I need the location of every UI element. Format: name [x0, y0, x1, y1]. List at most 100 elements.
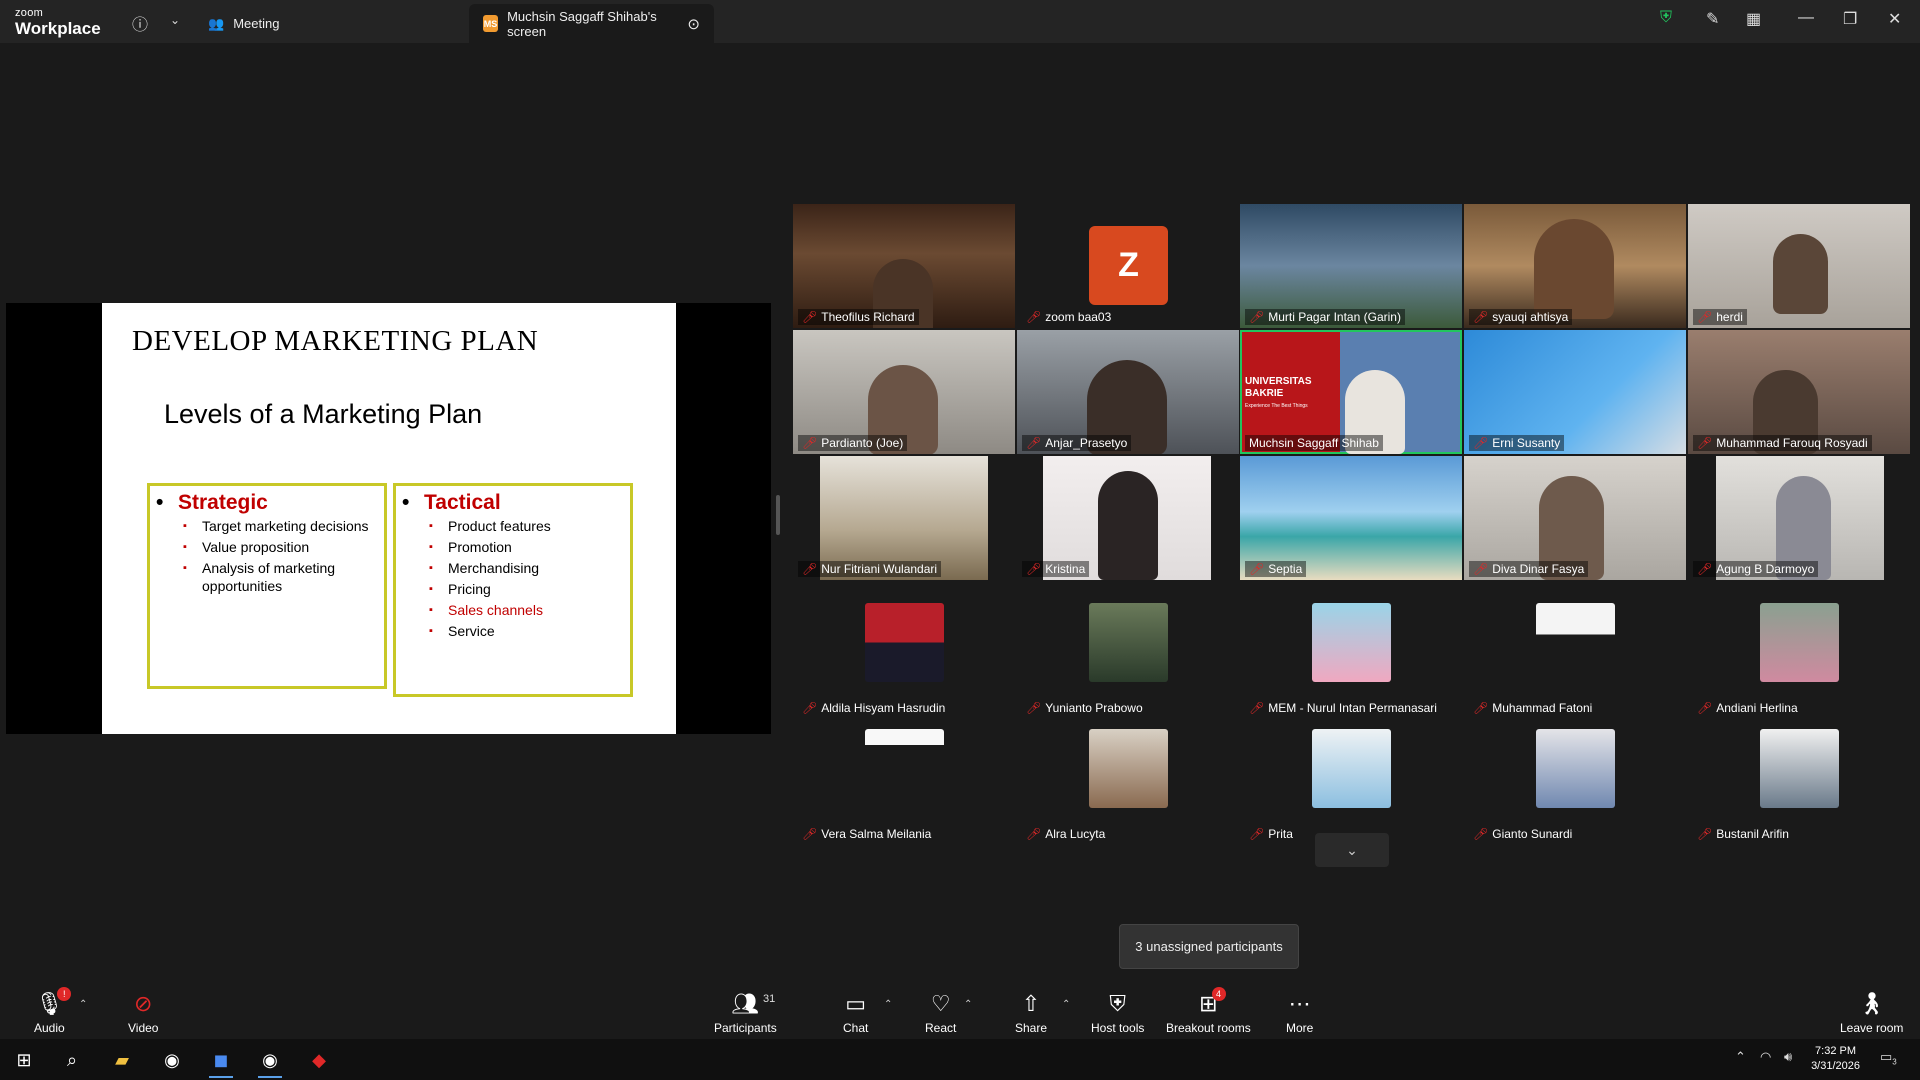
list-item: Pricing	[396, 580, 630, 598]
chrome-profile-icon[interactable]: ◉	[252, 1045, 288, 1078]
list-item: Analysis of marketing opportunities	[150, 559, 384, 595]
participant-video	[1773, 234, 1828, 314]
video-tile[interactable]: 🎤︎ Theofilus Richard	[793, 204, 1015, 328]
chat-button[interactable]: ▭ Chat	[843, 981, 868, 1039]
participant-count: 31	[763, 993, 776, 1005]
video-tile[interactable]: 🎤︎ Nur Fitriani Wulandari	[793, 456, 1015, 580]
video-tile[interactable]: Z 🎤︎ zoom baa03	[1017, 204, 1239, 328]
react-button[interactable]: ♡ React	[925, 981, 956, 1039]
wifi-icon[interactable]: ◠	[1760, 1049, 1771, 1065]
participants-icon: 👥︎	[731, 991, 760, 1016]
list-item: Value proposition	[150, 538, 384, 556]
video-tile[interactable]: 🎤︎ syauqi ahtisya	[1464, 204, 1686, 328]
chevron-down-icon[interactable]: ⌄	[170, 13, 180, 27]
video-tile[interactable]: 🎤︎ Yunianto Prabowo	[1017, 595, 1239, 719]
participant-name: 🎤︎ Bustanil Arifin	[1697, 827, 1789, 841]
participant-name: 🎤︎ Theofilus Richard	[798, 309, 919, 325]
tab-shared-screen[interactable]: MS Muchsin Saggaff Shihab's screen ⊙	[469, 4, 714, 43]
zoom-app-icon[interactable]: ◼	[203, 1045, 239, 1078]
react-options-caret[interactable]: ⌃	[964, 999, 972, 1010]
video-tile[interactable]: 🎤︎ Vera Salma Meilania	[793, 721, 1015, 845]
mic-muted-icon: 🎤︎	[1026, 310, 1042, 324]
gallery-next-page-button[interactable]: ⌄	[1315, 833, 1389, 867]
chat-options-caret[interactable]: ⌃	[884, 999, 892, 1010]
restore-icon[interactable]: ❐	[1843, 9, 1857, 29]
chrome-icon[interactable]: ◉	[154, 1045, 190, 1075]
participant-name: 🎤︎ Muhammad Farouq Rosyadi	[1693, 435, 1872, 451]
video-tile[interactable]: 🎤︎ Gianto Sunardi	[1464, 721, 1686, 845]
video-tile-active-speaker[interactable]: UNIVERSITAS BAKRIE Experience The Best T…	[1240, 330, 1462, 454]
logo-small-text: zoom	[15, 7, 44, 19]
mic-muted-icon: 🎤︎	[802, 827, 818, 841]
breakout-grid-icon: ⊞ 4	[1199, 987, 1226, 1017]
search-icon[interactable]: ⌕	[54, 1045, 90, 1075]
participant-name: 🎤︎ zoom baa03	[1026, 310, 1112, 324]
video-tile[interactable]: 🎤︎ Aldila Hisyam Hasrudin	[793, 595, 1015, 719]
notification-icon[interactable]: ▭3	[1880, 1049, 1897, 1067]
participants-button[interactable]: 👥︎ Participants	[714, 981, 777, 1039]
avatar	[1312, 603, 1391, 682]
windows-start-icon[interactable]: ⊞	[6, 1045, 42, 1075]
video-tile[interactable]: 🎤︎ Muhammad Farouq Rosyadi	[1688, 330, 1910, 454]
file-explorer-icon[interactable]: ▰	[104, 1045, 140, 1075]
minimize-icon[interactable]: —	[1798, 9, 1814, 27]
mic-muted-icon: 🎤︎	[1249, 701, 1265, 715]
shield-icon[interactable]: ⛨	[1660, 9, 1672, 27]
participant-video	[1534, 219, 1614, 319]
avatar	[865, 729, 944, 808]
share-button[interactable]: ⇧ Share	[1015, 981, 1047, 1039]
video-tile[interactable]: 🎤︎ Erni Susanty	[1464, 330, 1686, 454]
slide-title: DEVELOP MARKETING PLAN	[132, 325, 539, 357]
tactical-box: Tactical Product features Promotion Merc…	[393, 483, 633, 697]
video-tile[interactable]: 🎤︎ herdi	[1688, 204, 1910, 328]
chevron-down-icon: ⌄	[1346, 841, 1358, 858]
annotate-icon[interactable]: ✎	[1706, 9, 1719, 29]
leave-room-button[interactable]: 🚶︎ Leave room	[1840, 981, 1903, 1039]
layout-icon[interactable]: ▦	[1746, 9, 1761, 29]
avatar	[1089, 603, 1168, 682]
tab-shared-screen-label: Muchsin Saggaff Shihab's screen	[507, 8, 657, 39]
video-tile[interactable]: 🎤︎ Murti Pagar Intan (Garin)	[1240, 204, 1462, 328]
video-tile[interactable]: 🎤︎ MEM - Nurul Intan Permanasari	[1240, 595, 1462, 719]
participant-name: 🎤︎ Aldila Hisyam Hasrudin	[802, 701, 946, 715]
strategic-heading: Strategic	[150, 491, 384, 515]
close-icon[interactable]: ✕	[1888, 9, 1901, 29]
title-bar: zoom Workplace ⓘ ⌄ 👥 Meeting MS Muchsin …	[0, 0, 1920, 43]
more-icon[interactable]: ⊙	[687, 15, 700, 33]
tab-meeting[interactable]: 👥 Meeting	[208, 4, 279, 43]
volume-icon[interactable]: 🔊︎	[1784, 1049, 1792, 1065]
video-button[interactable]: ⊘ Video	[128, 981, 158, 1039]
participant-name: 🎤︎ Murti Pagar Intan (Garin)	[1245, 309, 1405, 325]
audio-button[interactable]: 🎙︎! Audio	[34, 981, 72, 1039]
pdf-reader-icon[interactable]: ◆	[301, 1045, 337, 1075]
video-tile[interactable]: 🎤︎ Septia	[1240, 456, 1462, 580]
video-tile[interactable]: 🎤︎ Bustanil Arifin	[1688, 721, 1910, 845]
breakout-rooms-button[interactable]: ⊞ 4 Breakout rooms	[1166, 981, 1251, 1039]
video-tile[interactable]: 🎤︎ Pardianto (Joe)	[793, 330, 1015, 454]
video-tile[interactable]: 🎤︎ Prita	[1240, 721, 1462, 845]
participant-name: 🎤︎ Pardianto (Joe)	[798, 435, 908, 451]
participant-name: 🎤︎ Anjar_Prasetyo	[1022, 435, 1132, 451]
participant-name: 🎤︎ Vera Salma Meilania	[802, 827, 932, 841]
video-tile[interactable]: 🎤︎ Muhammad Fatoni	[1464, 595, 1686, 719]
panel-resize-handle[interactable]	[776, 495, 780, 535]
chevron-up-icon[interactable]: ⌃	[1735, 1049, 1746, 1065]
video-tile[interactable]: 🎤︎ Anjar_Prasetyo	[1017, 330, 1239, 454]
video-tile[interactable]: 🎤︎ Alra Lucyta	[1017, 721, 1239, 845]
strategic-box: Strategic Target marketing decisions Val…	[147, 483, 387, 689]
audio-options-caret[interactable]: ⌃	[79, 999, 87, 1010]
video-tile[interactable]: 🎤︎ Agung B Darmoyo	[1688, 456, 1910, 580]
participant-name: 🎤︎ Kristina	[1022, 561, 1090, 577]
more-button[interactable]: ⋯ More	[1286, 981, 1313, 1039]
mic-muted-icon: 🎤︎	[1697, 827, 1713, 841]
video-tile[interactable]: 🎤︎ Diva Dinar Fasya	[1464, 456, 1686, 580]
video-off-icon: ⊘	[134, 991, 153, 1016]
mic-muted-icon: 🎤︎	[1249, 562, 1265, 576]
share-options-caret[interactable]: ⌃	[1062, 999, 1070, 1010]
video-tile[interactable]: 🎤︎ Andiani Herlina	[1688, 595, 1910, 719]
system-clock[interactable]: 7:32 PM 3/31/2026	[1811, 1044, 1860, 1074]
host-tools-button[interactable]: ⛨ Host tools	[1091, 981, 1144, 1039]
shield-icon: ⛨	[1109, 991, 1126, 1016]
info-icon[interactable]: ⓘ	[132, 11, 148, 35]
video-tile[interactable]: 🎤︎ Kristina	[1017, 456, 1239, 580]
